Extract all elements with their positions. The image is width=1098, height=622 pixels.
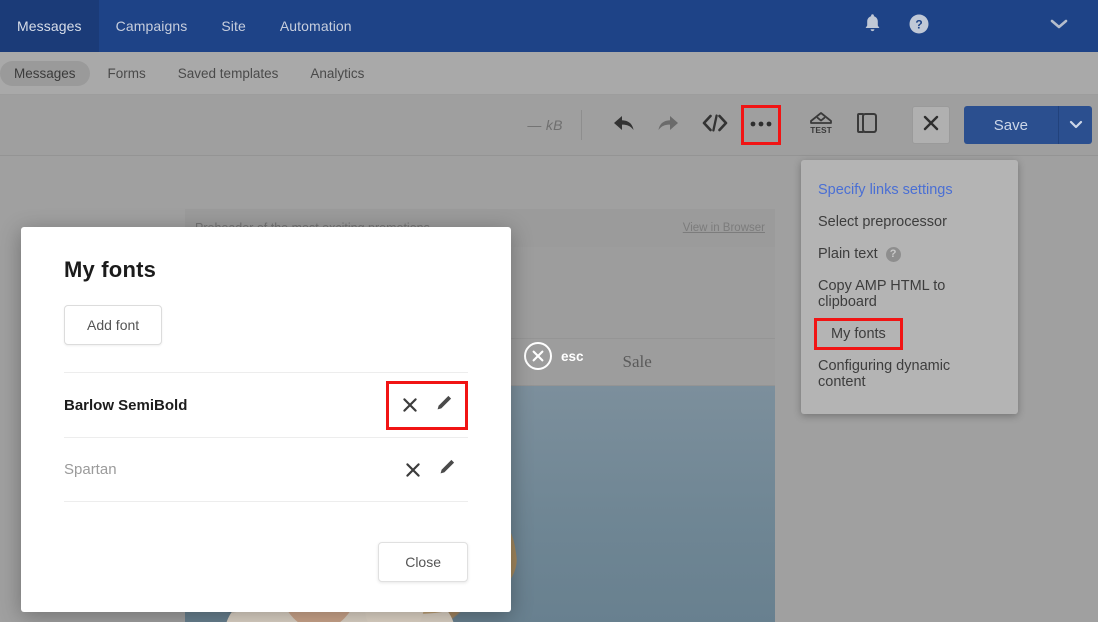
font-actions-group — [392, 450, 468, 489]
chevron-down-icon[interactable] — [1050, 17, 1068, 35]
menu-item-label: Specify links settings — [818, 182, 953, 198]
add-font-button[interactable]: Add font — [64, 305, 163, 345]
save-button-label: Save — [993, 116, 1028, 134]
topnav-spacer — [369, 0, 863, 52]
remove-font-button[interactable] — [401, 396, 419, 414]
menu-item-label: My fonts — [831, 326, 886, 342]
topnav-item-messages[interactable]: Messages — [0, 0, 99, 52]
my-fonts-dialog: My fonts Add font Barlow SemiBold Sparta… — [21, 227, 511, 612]
topnav-label: Campaigns — [115, 18, 188, 34]
menu-item-label: Configuring dynamic content — [818, 358, 951, 390]
ellipsis-icon — [748, 116, 774, 134]
menu-item-plain-text[interactable]: Plain text ? — [801, 238, 1018, 270]
close-dialog-button[interactable]: Close — [378, 542, 468, 582]
redo-arrow-icon — [656, 112, 682, 139]
menu-item-label: Select preprocessor — [818, 214, 947, 230]
topnav-label: Messages — [17, 18, 82, 34]
more-options-dropdown-menu: Specify links settings Select preprocess… — [801, 160, 1018, 414]
help-circle-icon[interactable]: ? — [885, 246, 901, 262]
top-navigation-bar: Messages Campaigns Site Automation ? — [0, 0, 1098, 52]
help-circle-icon[interactable]: ? — [908, 13, 930, 40]
edit-font-button[interactable] — [435, 394, 453, 417]
subnav-label: Analytics — [310, 65, 365, 81]
pencil-icon — [438, 458, 456, 481]
svg-text:TEST: TEST — [810, 125, 832, 135]
topnav-icon-group: ? — [863, 0, 930, 52]
esc-label: esc — [561, 348, 584, 364]
message-size-label: — kB — [527, 117, 563, 133]
undo-arrow-icon — [610, 112, 636, 139]
pencil-icon — [435, 394, 453, 417]
subnav-item-forms[interactable]: Forms — [94, 61, 160, 86]
view-in-browser-link[interactable]: View in Browser — [683, 222, 765, 234]
code-brackets-icon — [701, 112, 729, 139]
save-options-button[interactable] — [1058, 106, 1092, 144]
redo-button[interactable] — [649, 105, 689, 145]
font-actions-group — [386, 380, 468, 430]
dialog-title: My fonts — [64, 257, 157, 282]
subnav-label: Saved templates — [177, 65, 279, 81]
chevron-down-icon — [1069, 116, 1083, 134]
topnav-item-automation[interactable]: Automation — [263, 0, 369, 52]
menu-item-configuring-dynamic-content[interactable]: Configuring dynamic content — [801, 350, 1018, 398]
esc-close-preview-button[interactable]: esc — [524, 342, 584, 370]
bell-icon[interactable] — [863, 13, 882, 39]
view-html-code-button[interactable] — [695, 105, 735, 145]
topnav-label: Automation — [279, 18, 352, 34]
secondary-navigation-bar: Messages Forms Saved templates Analytics — [0, 52, 1098, 95]
menu-item-label: Plain text — [818, 246, 878, 262]
subnav-item-saved-templates[interactable]: Saved templates — [164, 61, 293, 86]
topnav-item-campaigns[interactable]: Campaigns — [99, 0, 205, 52]
editor-toolbar: — kB TEST Save — [0, 95, 1098, 156]
menu-item-select-preprocessor[interactable]: Select preprocessor — [801, 206, 1018, 238]
close-editor-button[interactable] — [911, 106, 950, 144]
menu-item-copy-amp-html-to-clipboard[interactable]: Copy AMP HTML to clipboard — [801, 270, 1018, 318]
app-root: Messages Campaigns Site Automation ? Mes… — [0, 0, 1098, 622]
send-test-email-button[interactable]: TEST — [801, 105, 841, 145]
font-list-item: Barlow SemiBold — [64, 372, 468, 437]
dialog-footer: Close — [64, 524, 468, 582]
font-name: Spartan — [64, 461, 117, 478]
subnav-item-messages[interactable]: Messages — [0, 60, 90, 86]
email-nav-item-sale[interactable]: Sale — [623, 352, 652, 372]
subnav-label: Messages — [14, 65, 76, 81]
undo-button[interactable] — [603, 105, 643, 145]
toolbar-divider — [580, 110, 582, 140]
subnav-label: Forms — [107, 65, 146, 81]
topnav-item-site[interactable]: Site — [204, 0, 263, 52]
device-preview-button[interactable] — [847, 105, 887, 145]
save-button-group: Save — [963, 106, 1092, 144]
font-name: Barlow SemiBold — [64, 396, 188, 414]
menu-item-specify-links-settings[interactable]: Specify links settings — [801, 174, 1018, 206]
save-button[interactable]: Save — [963, 106, 1058, 144]
font-list: Barlow SemiBold Spartan — [64, 372, 468, 502]
close-x-icon — [922, 114, 940, 137]
svg-text:?: ? — [915, 17, 922, 31]
menu-item-label: Copy AMP HTML to clipboard — [818, 278, 946, 310]
send-test-email-icon: TEST — [806, 108, 836, 143]
more-options-button[interactable] — [740, 105, 781, 145]
device-preview-icon — [854, 110, 880, 141]
topnav-label: Site — [221, 18, 246, 34]
topnav-account-area — [930, 0, 1098, 52]
remove-font-button[interactable] — [404, 461, 422, 479]
font-list-item: Spartan — [64, 437, 468, 502]
menu-item-my-fonts[interactable]: My fonts — [814, 318, 903, 350]
close-circle-icon — [524, 342, 552, 370]
edit-font-button[interactable] — [438, 458, 456, 481]
subnav-item-analytics[interactable]: Analytics — [296, 61, 378, 86]
